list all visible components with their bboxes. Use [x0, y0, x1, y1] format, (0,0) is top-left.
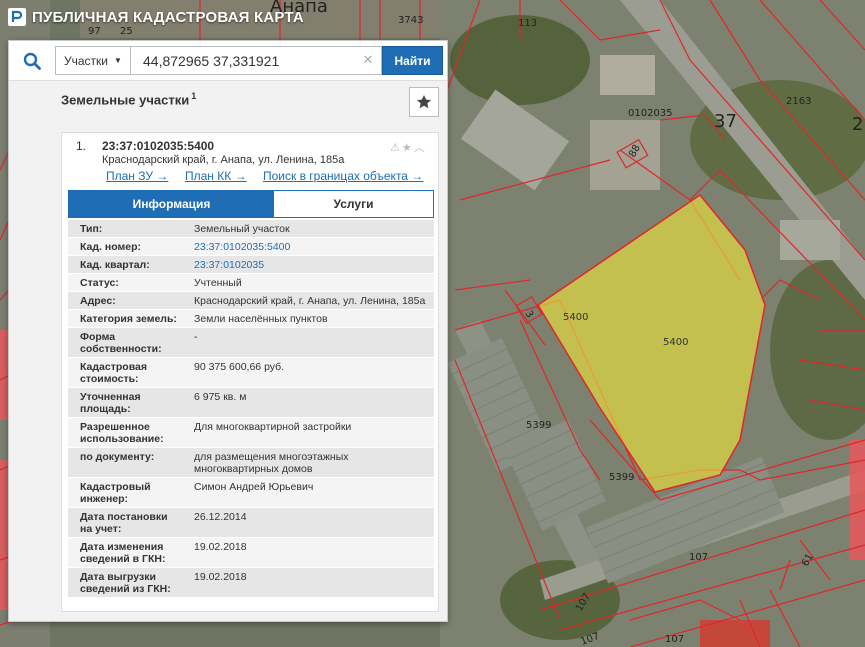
- clear-icon[interactable]: ✕: [359, 51, 377, 69]
- results-title: Земельные участки 1: [61, 91, 196, 107]
- map-label: 2: [852, 114, 863, 135]
- chevron-up-icon[interactable]: ︿: [414, 139, 425, 155]
- attribute-row: Тип: Земельный участок: [68, 220, 434, 238]
- attribute-row: Адрес: Краснодарский край, г. Анапа, ул. …: [68, 292, 434, 310]
- map-label: 107: [689, 552, 708, 563]
- plan-kk-link[interactable]: План КК →: [185, 169, 247, 183]
- star-icon[interactable]: ★: [402, 141, 412, 154]
- attribute-key: Адрес:: [80, 295, 116, 307]
- attribute-row: Форма собственности: -: [68, 328, 434, 358]
- attribute-value: 90 375 600,66 руб.: [194, 361, 285, 373]
- map-label-parcel: 5399: [526, 420, 551, 431]
- map-label-district: 37: [714, 111, 737, 132]
- attribute-key: Уточненная площадь:: [80, 391, 141, 415]
- building: [600, 55, 655, 95]
- attribute-value: Симон Андрей Юрьевич: [194, 481, 314, 493]
- map-label: 113: [518, 18, 537, 29]
- search-icon: [23, 52, 41, 70]
- attribute-row: Кад. номер: 23:37:0102035:5400: [68, 238, 434, 256]
- parcel-highlight-right: [850, 440, 865, 560]
- map-label: 2163: [786, 96, 811, 107]
- attribute-value: для размещения многоэтажных многоквартир…: [194, 451, 349, 475]
- results-count: 1: [191, 91, 197, 101]
- attribute-key: Кадастровая стоимость:: [80, 361, 147, 385]
- building: [590, 120, 660, 190]
- attribute-row: Кад. квартал: 23:37:0102035: [68, 256, 434, 274]
- result-cadastral-number[interactable]: 23:37:0102035:5400: [102, 139, 214, 153]
- result-card: 1. 23:37:0102035:5400 Краснодарский край…: [61, 132, 439, 612]
- attributes-table: Тип: Земельный участок Кад. номер: 23:37:0…: [68, 220, 434, 598]
- plan-zu-link[interactable]: План ЗУ →: [106, 169, 168, 183]
- attribute-value: Земли населённых пунктов: [194, 313, 328, 325]
- star-icon: [417, 95, 431, 109]
- attribute-row: Статус: Учтенный: [68, 274, 434, 292]
- attribute-key: Форма собственности:: [80, 331, 162, 355]
- map-label: 3743: [398, 15, 423, 26]
- attribute-key: Дата изменения сведений в ГКН:: [80, 541, 166, 565]
- attribute-value: 19.02.2018: [194, 571, 247, 583]
- search-input-wrapper: ✕: [130, 46, 382, 75]
- attribute-value: 19.02.2018: [194, 541, 247, 553]
- attribute-row: Дата постановки на учет: 26.12.2014: [68, 508, 434, 538]
- map-label-parcel: 5400: [663, 337, 688, 348]
- building: [780, 220, 840, 260]
- caret-down-icon: ▼: [114, 56, 122, 65]
- attribute-value-link[interactable]: 23:37:0102035:5400: [188, 238, 434, 255]
- map-label-parcel: 5399: [609, 472, 634, 483]
- find-button[interactable]: Найти: [382, 46, 443, 75]
- attribute-key: Кад. квартал:: [80, 259, 150, 271]
- attribute-value: -: [194, 331, 198, 343]
- result-tabs: Информация Услуги: [68, 190, 434, 218]
- attribute-row: Дата изменения сведений в ГКН: 19.02.2018: [68, 538, 434, 568]
- attribute-row: Дата выгрузки сведений из ГКН: 19.02.2018: [68, 568, 434, 598]
- search-type-select[interactable]: Участки ▼: [55, 46, 131, 75]
- map-label: 107: [665, 634, 684, 645]
- attribute-row: Кадастровая стоимость: 90 375 600,66 руб.: [68, 358, 434, 388]
- attribute-row: Кадастровый инженер: Симон Андрей Юрьевич: [68, 478, 434, 508]
- attribute-key: Дата выгрузки сведений из ГКН:: [80, 571, 171, 595]
- attribute-key: Кадастровый инженер:: [80, 481, 151, 505]
- attribute-value: Краснодарский край, г. Анапа, ул. Ленина…: [194, 295, 426, 307]
- tab-services[interactable]: Услуги: [274, 191, 433, 217]
- attribute-value: Учтенный: [194, 277, 242, 289]
- attribute-row: Разрешенное использование: Для многокварт…: [68, 418, 434, 448]
- attribute-key: Разрешенное использование:: [80, 421, 164, 445]
- app-header: ПУБЛИЧНАЯ КАДАСТРОВАЯ КАРТА: [0, 0, 304, 34]
- search-bar: Участки ▼ ✕ Найти: [9, 41, 447, 81]
- result-address: Краснодарский край, г. Анапа, ул. Ленина…: [102, 154, 345, 166]
- attribute-key: Категория земель:: [80, 313, 177, 325]
- attribute-key: Кад. номер:: [80, 241, 142, 253]
- attribute-value: 6 975 кв. м: [194, 391, 247, 403]
- results-header: Земельные участки 1: [51, 83, 447, 123]
- attribute-value-link[interactable]: 23:37:0102035: [188, 256, 434, 273]
- search-input[interactable]: [131, 47, 357, 74]
- map-label-quarter: 0102035: [628, 108, 673, 119]
- attribute-value: Для многоквартирной застройки: [194, 421, 352, 433]
- search-type-label: Участки: [64, 53, 108, 68]
- attribute-value: 26.12.2014: [194, 511, 247, 523]
- attribute-row: Уточненная площадь: 6 975 кв. м: [68, 388, 434, 418]
- card-tools: ⚠ ★ ︿: [390, 139, 425, 155]
- favorites-button[interactable]: [409, 87, 439, 117]
- logo-icon: [8, 8, 26, 26]
- search-within-object-link[interactable]: Поиск в границах объекта →: [263, 169, 423, 183]
- attribute-row: Категория земель: Земли населённых пункто…: [68, 310, 434, 328]
- search-panel: Участки ▼ ✕ Найти Земельные участки1 1. …: [8, 40, 448, 622]
- attribute-value: Земельный участок: [194, 223, 290, 235]
- search-toggle-button[interactable]: [15, 47, 49, 75]
- warning-icon[interactable]: ⚠: [390, 141, 400, 154]
- map-label-parcel: 5400: [563, 312, 588, 323]
- attribute-row: по документу: для размещения многоэтажных…: [68, 448, 434, 478]
- result-index: 1.: [76, 139, 87, 153]
- attribute-key: по документу:: [80, 451, 155, 463]
- results-title-text: Земельные участки: [61, 92, 190, 108]
- attribute-key: Тип:: [80, 223, 103, 235]
- app-title: ПУБЛИЧНАЯ КАДАСТРОВАЯ КАРТА: [32, 8, 304, 26]
- attribute-key: Статус:: [80, 277, 119, 289]
- attribute-key: Дата постановки на учет:: [80, 511, 168, 535]
- tab-information[interactable]: Информация: [69, 191, 274, 217]
